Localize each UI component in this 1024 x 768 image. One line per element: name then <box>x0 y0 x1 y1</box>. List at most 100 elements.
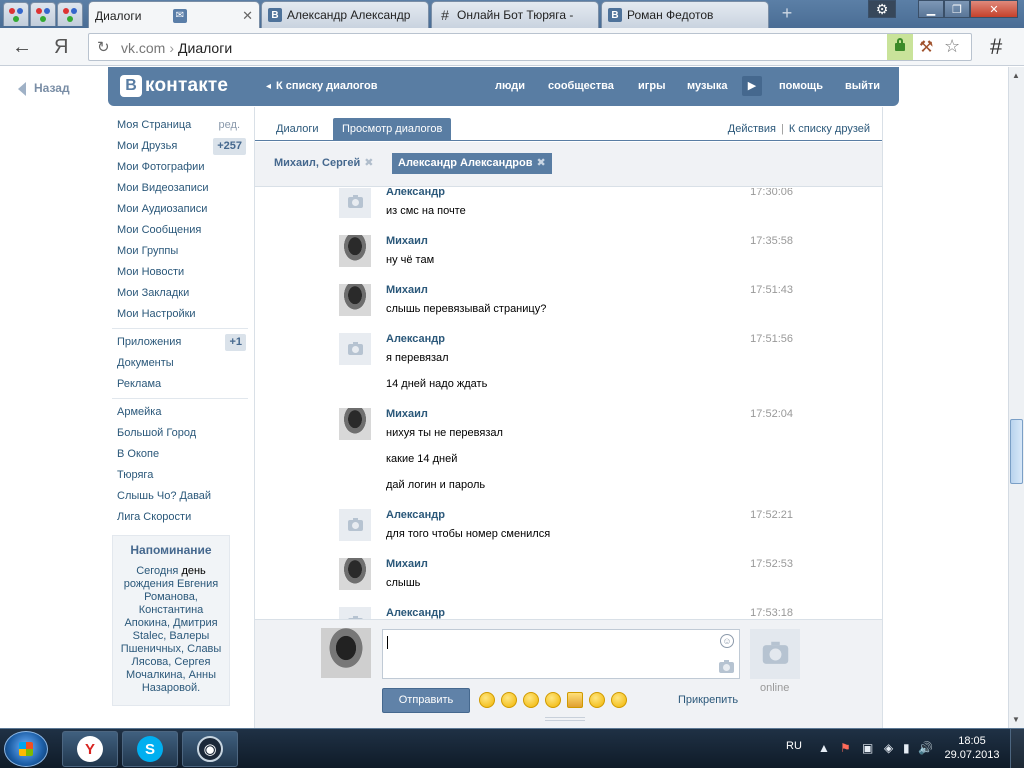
avatar[interactable] <box>339 558 371 590</box>
scroll-down-arrow-icon[interactable]: ▼ <box>1012 715 1020 724</box>
tray-signal-icon[interactable]: ▮ <box>903 741 910 755</box>
close-icon[interactable]: ✖ <box>537 157 546 169</box>
volume-icon[interactable]: 🔊 <box>918 741 933 755</box>
message-author[interactable]: Михаил <box>386 235 428 247</box>
menu-group-slysh-cho[interactable]: Слышь Чо? Давай <box>112 486 248 507</box>
menu-group-turyaga[interactable]: Тюряга <box>112 465 248 486</box>
peer-avatar[interactable] <box>750 629 800 679</box>
nav-people[interactable]: люди <box>495 80 525 92</box>
my-avatar[interactable] <box>321 628 371 678</box>
browser-tab-roman[interactable]: B Роман Федотов <box>601 1 769 28</box>
close-window-button[interactable]: ✕ <box>970 0 1018 18</box>
menu-documents[interactable]: Документы <box>112 353 248 374</box>
browser-tab-bot[interactable]: # Онлайн Бот Тюряга - <box>431 1 599 28</box>
peer-chip-active[interactable]: Александр Александров ✖ <box>392 153 552 174</box>
tab-view-dialogs[interactable]: Просмотр диалогов <box>333 118 452 141</box>
smiley-icon[interactable]: ☺ <box>720 634 734 648</box>
maximize-button[interactable]: ❐ <box>944 0 970 18</box>
close-icon[interactable]: ✖ <box>364 157 373 169</box>
message-author[interactable]: Михаил <box>386 408 428 420</box>
actions-link[interactable]: Действия <box>728 123 776 135</box>
bookmark-star-icon[interactable]: ☆ <box>944 36 960 57</box>
extension-icon[interactable]: ⚒ <box>919 37 933 57</box>
menu-group-big-city[interactable]: Большой Город <box>112 423 248 444</box>
nav-communities[interactable]: сообщества <box>548 80 614 92</box>
vk-logo[interactable]: В контакте <box>120 75 228 97</box>
message-author[interactable]: Александр <box>386 188 445 198</box>
menu-group-liga-skorosti[interactable]: Лига Скорости <box>112 507 248 528</box>
lock-icon[interactable] <box>887 34 913 60</box>
close-tab-icon[interactable]: ✕ <box>242 8 253 24</box>
menu-my-news[interactable]: Мои Новости <box>112 262 248 283</box>
send-button[interactable]: Отправить <box>382 688 470 713</box>
friends-list-link[interactable]: К списку друзей <box>789 123 870 135</box>
start-button[interactable] <box>4 731 48 767</box>
avatar[interactable] <box>339 408 371 440</box>
emoji-grin-icon[interactable] <box>611 692 627 708</box>
menu-apps[interactable]: Приложения +1 <box>112 332 248 353</box>
browser-tab-dialogs[interactable]: ✉ Диалоги ✕ <box>88 1 260 29</box>
peer-chip[interactable]: Михаил, Сергей ✖ <box>268 153 379 174</box>
scrollbar-thumb[interactable] <box>1010 419 1023 484</box>
menu-my-messages[interactable]: Мои Сообщения <box>112 220 248 241</box>
back-to-dialogs-link[interactable]: К списку диалогов <box>266 80 377 92</box>
emoji-confused-icon[interactable] <box>501 692 517 708</box>
taskbar-yandex-browser[interactable]: Y <box>62 731 118 767</box>
emoji-smile-icon[interactable] <box>545 692 561 708</box>
pinned-tab[interactable] <box>57 2 83 26</box>
message-history[interactable]: Александр 17:30:06 из смс на почте Михаи… <box>255 188 882 620</box>
attach-link[interactable]: Прикрепить <box>678 694 738 706</box>
avatar[interactable] <box>339 188 371 218</box>
minimize-button[interactable]: ▁ <box>918 0 944 18</box>
avatar[interactable] <box>339 509 371 541</box>
browser-tab-aleksandr[interactable]: B Александр Александр <box>261 1 429 28</box>
system-clock[interactable]: 18:05 29.07.2013 <box>940 734 1004 762</box>
resize-grip[interactable] <box>545 717 585 721</box>
tray-network-icon[interactable]: ◈ <box>884 741 893 755</box>
back-arrow-icon[interactable]: ← <box>12 36 32 59</box>
nav-games[interactable]: игры <box>638 80 665 92</box>
menu-group-armeyka[interactable]: Армейка <box>112 402 248 423</box>
menu-my-bookmarks[interactable]: Мои Закладки <box>112 283 248 304</box>
back-link[interactable]: Назад <box>18 81 70 96</box>
settings-gear-icon[interactable]: ⚙ <box>868 0 896 18</box>
action-center-flag-icon[interactable]: ⚑ <box>840 741 851 755</box>
message-author[interactable]: Александр <box>386 607 445 619</box>
new-tab-button[interactable]: + <box>776 4 798 24</box>
play-icon[interactable]: ▶ <box>742 76 762 96</box>
camera-icon[interactable] <box>719 660 734 673</box>
tray-expand-icon[interactable]: ▲ <box>818 741 830 755</box>
avatar[interactable] <box>339 333 371 365</box>
emoji-sad-icon[interactable] <box>589 692 605 708</box>
menu-my-audio[interactable]: Мои Аудиозаписи <box>112 199 248 220</box>
menu-my-videos[interactable]: Мои Видеозаписи <box>112 178 248 199</box>
reminder-body[interactable]: Сегодня день рождения Евгения Романова, … <box>119 565 223 695</box>
browser-menu-icon[interactable]: # <box>990 34 1002 60</box>
edit-link[interactable]: ред. <box>219 115 240 136</box>
menu-my-page[interactable]: Моя Страница ред. <box>112 115 248 136</box>
avatar[interactable] <box>339 235 371 267</box>
taskbar-skype[interactable]: S <box>122 731 178 767</box>
avatar[interactable] <box>339 284 371 316</box>
nav-logout[interactable]: выйти <box>845 80 880 92</box>
show-desktop-button[interactable] <box>1010 729 1024 768</box>
tray-device-icon[interactable]: ▣ <box>862 741 873 755</box>
menu-my-settings[interactable]: Мои Настройки <box>112 304 248 325</box>
taskbar-steam[interactable]: ◉ <box>182 731 238 767</box>
page-scrollbar[interactable]: ▲ ▼ <box>1008 67 1024 728</box>
nav-music[interactable]: музыка <box>687 80 727 92</box>
menu-my-groups[interactable]: Мои Группы <box>112 241 248 262</box>
message-author[interactable]: Александр <box>386 509 445 521</box>
language-indicator[interactable]: RU <box>786 740 802 752</box>
message-author[interactable]: Михаил <box>386 558 428 570</box>
message-input[interactable]: ☺ <box>382 629 740 679</box>
pinned-tab[interactable] <box>3 2 29 26</box>
emoji-relieved-icon[interactable] <box>479 692 495 708</box>
url-text[interactable]: vk.com › Диалоги <box>121 40 232 56</box>
address-field[interactable]: ↻ vk.com › Диалоги ⚒ ☆ <box>88 33 972 61</box>
message-author[interactable]: Михаил <box>386 284 428 296</box>
tab-dialogs[interactable]: Диалоги <box>267 118 328 141</box>
menu-my-friends[interactable]: Мои Друзья +257 <box>112 136 248 157</box>
menu-group-v-okope[interactable]: В Окопе <box>112 444 248 465</box>
reload-icon[interactable]: ↻ <box>97 38 110 56</box>
